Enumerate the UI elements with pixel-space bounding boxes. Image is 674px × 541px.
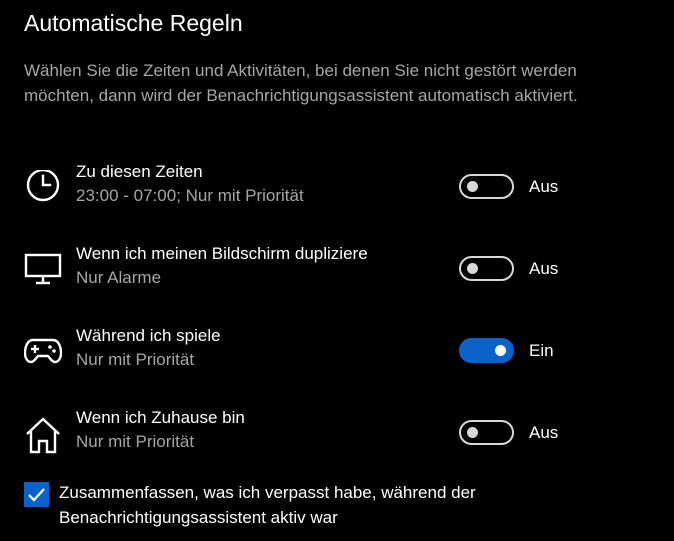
rule-title: Zu diesen Zeiten [76, 162, 203, 181]
checkmark-icon [28, 488, 45, 502]
rule-title: Wenn ich meinen Bildschirm dupliziere [76, 244, 368, 263]
rule-subtitle: Nur mit Priorität [76, 432, 195, 451]
clock-icon [24, 170, 62, 208]
gamepad-icon [24, 334, 62, 372]
rule-subtitle: Nur Alarme [76, 268, 162, 287]
toggle-knob [467, 427, 478, 438]
times-toggle[interactable] [459, 174, 514, 199]
toggle-state-label: Aus [529, 259, 559, 278]
toggle-knob [467, 181, 478, 192]
gaming-toggle[interactable] [459, 338, 514, 363]
toggle-state-label: Aus [529, 177, 559, 196]
rule-title: Wenn ich Zuhause bin [76, 408, 245, 427]
toggle-state-label: Aus [529, 423, 559, 442]
rule-row-home: Wenn ich Zuhause bin Nur mit Priorität A… [0, 406, 674, 466]
summary-checkbox[interactable] [24, 482, 49, 507]
rule-subtitle: Nur mit Priorität [76, 350, 195, 369]
rule-title: Während ich spiele [76, 326, 221, 345]
toggle-state-label: Ein [529, 341, 554, 360]
rule-row-gaming: Während ich spiele Nur mit Priorität Ein [0, 324, 674, 384]
rule-subtitle: 23:00 - 07:00; Nur mit Priorität [76, 186, 304, 205]
page-title: Automatische Regeln [24, 10, 243, 36]
toggle-knob [495, 345, 506, 356]
home-toggle[interactable] [459, 420, 514, 445]
toggle-knob [467, 263, 478, 274]
page-description: Wählen Sie die Zeiten und Aktivitäten, b… [24, 61, 578, 105]
rule-row-duplicate-screen: Wenn ich meinen Bildschirm dupliziere Nu… [0, 242, 674, 302]
monitor-icon [24, 252, 62, 290]
home-icon [24, 416, 62, 454]
rule-row-times: Zu diesen Zeiten 23:00 - 07:00; Nur mit … [0, 160, 674, 220]
duplicate-screen-toggle[interactable] [459, 256, 514, 281]
summary-checkbox-label[interactable]: Zusammenfassen, was ich verpasst habe, w… [59, 480, 619, 530]
